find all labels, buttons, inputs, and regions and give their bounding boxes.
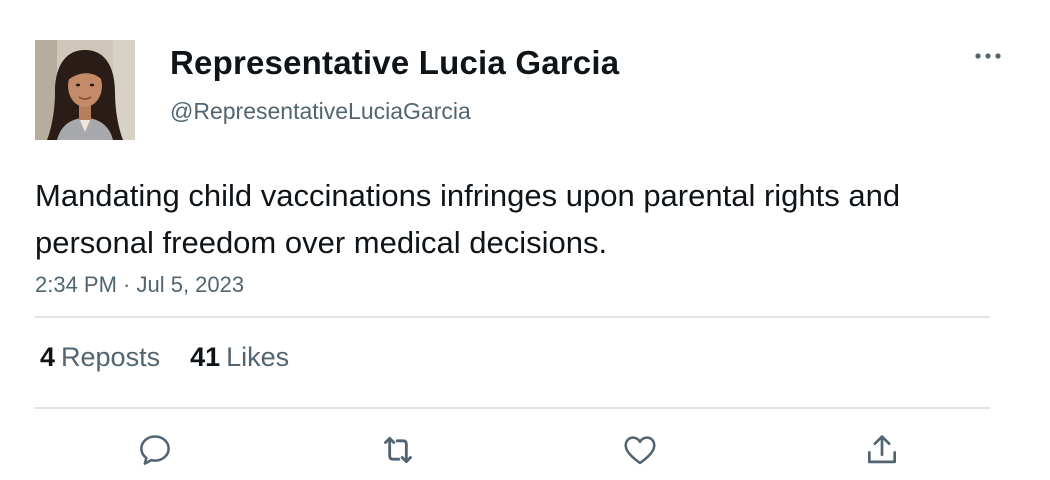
heart-icon [624, 436, 656, 465]
display-name[interactable]: Representative Lucia Garcia [170, 44, 619, 82]
like-button[interactable] [618, 428, 662, 472]
likes-stat[interactable]: 41 Likes [190, 342, 289, 373]
more-options-icon[interactable] [970, 44, 1006, 68]
repost-button[interactable] [376, 428, 420, 472]
reposts-count: 4 [40, 342, 56, 372]
reposts-label: Reposts [61, 342, 161, 372]
likes-count: 41 [190, 342, 221, 372]
speech-bubble-icon [140, 435, 170, 465]
likes-label: Likes [226, 342, 290, 372]
share-button[interactable] [860, 428, 904, 472]
share-upload-icon [867, 435, 897, 464]
user-handle[interactable]: @RepresentativeLuciaGarcia [170, 98, 471, 125]
divider [35, 316, 990, 318]
reposts-stat[interactable]: 4 Reposts [40, 342, 160, 373]
timestamp[interactable]: 2:34 PM · Jul 5, 2023 [35, 272, 244, 298]
avatar[interactable] [35, 40, 135, 140]
divider [35, 407, 990, 409]
repost-arrows-icon [384, 436, 412, 464]
tweet-text: Mandating child vaccinations infringes u… [35, 178, 901, 260]
tweet-card: Representative Lucia Garcia @Representat… [0, 0, 1050, 480]
engagement-stats: 4 Reposts 41 Likes [40, 342, 289, 373]
profile-photo-icon [35, 40, 135, 140]
reply-button[interactable] [133, 428, 177, 472]
